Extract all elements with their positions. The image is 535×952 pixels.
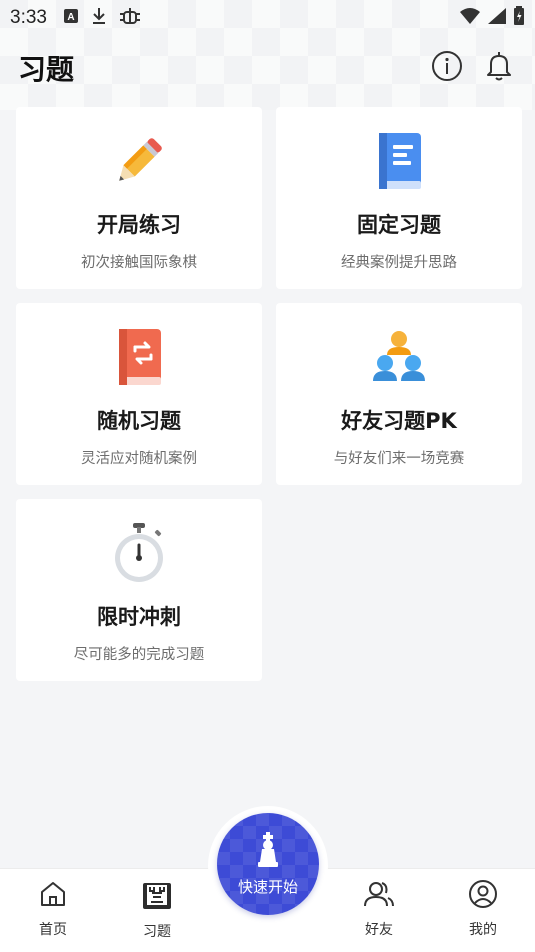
tab-label: 首页 [39,922,67,938]
card-title: 好友习题PK [341,409,457,433]
shuffle-book-icon [107,325,171,389]
exercise-icon [141,879,173,915]
tab-home[interactable]: 首页 [18,879,88,939]
download-icon [91,7,107,29]
card-timed-sprint[interactable]: 限时冲刺 尽可能多的完成习题 [16,499,262,681]
card-friend-pk[interactable]: 好友习题PK 与好友们来一场竞赛 [276,303,522,485]
quick-start-button[interactable]: 快速开始 [217,813,319,915]
battery-icon [513,6,525,30]
tab-label: 我的 [469,922,497,938]
exercise-grid: 开局练习 初次接触国际象棋 固定习题 经典案例提升思路 随机习题 灵活应对随机案… [16,107,522,681]
svg-text:A: A [67,12,74,23]
tab-exercises[interactable]: 习题 [122,879,192,941]
bell-icon [483,50,515,86]
tab-label: 习题 [143,924,171,940]
card-title: 限时冲刺 [97,605,181,629]
tab-label: 好友 [365,922,393,938]
card-title: 开局练习 [97,213,181,237]
status-bar: 3:33 A [0,0,535,36]
profile-icon [468,879,498,913]
a-icon: A [63,8,79,28]
card-title: 固定习题 [357,213,441,237]
notification-button[interactable] [481,50,517,86]
wifi-icon [459,7,481,29]
page-header: 习题 [0,42,535,94]
signal-icon [487,7,507,29]
card-subtitle: 灵活应对随机案例 [81,451,197,467]
quick-start-label: 快速开始 [237,877,298,896]
friends-icon [367,325,431,389]
card-subtitle: 经典案例提升思路 [341,255,457,271]
friends-tab-icon [363,879,395,913]
tab-profile[interactable]: 我的 [448,879,518,939]
stopwatch-icon [107,521,171,585]
book-icon [367,129,431,193]
card-subtitle: 与好友们来一场竞赛 [333,451,465,467]
chess-king-icon [255,831,281,872]
card-subtitle: 初次接触国际象棋 [81,255,197,271]
card-fixed-exercises[interactable]: 固定习题 经典案例提升思路 [276,107,522,289]
home-icon [38,879,68,913]
card-subtitle: 尽可能多的完成习题 [73,647,205,663]
card-title: 随机习题 [97,409,181,433]
page-title: 习题 [18,53,75,86]
card-opening-practice[interactable]: 开局练习 初次接触国际象棋 [16,107,262,289]
bug-icon [119,6,141,30]
status-time: 3:33 [10,7,47,28]
info-button[interactable] [429,50,465,86]
info-icon [431,50,463,86]
tab-friends[interactable]: 好友 [344,879,414,939]
pencil-icon [107,129,171,193]
card-random-exercises[interactable]: 随机习题 灵活应对随机案例 [16,303,262,485]
